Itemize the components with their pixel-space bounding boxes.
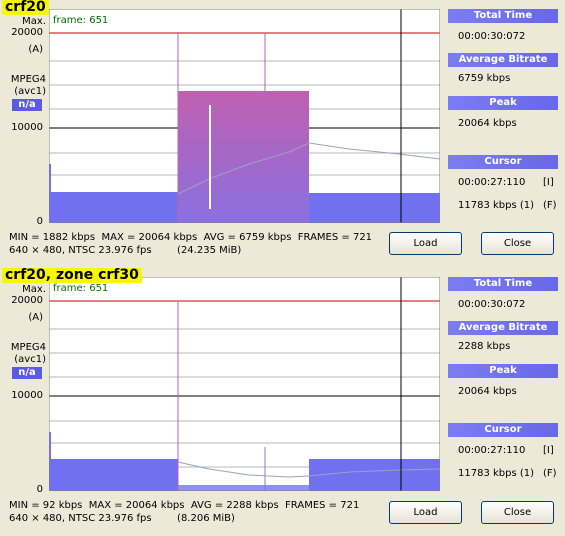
codec-badge: n/a — [12, 367, 42, 379]
avg-bitrate-header: Average Bitrate — [448, 321, 558, 335]
panel-tag: crf20 — [2, 0, 49, 15]
total-time-header: Total Time — [448, 9, 558, 23]
y-tick-10000: 10000 — [11, 390, 43, 401]
cursor-rate-flag: (F) — [543, 200, 557, 211]
bitrate-graph-svg — [49, 9, 440, 223]
panel-tag: crf20, zone crf30 — [2, 268, 142, 283]
bitrate-panel-1: crf20 Max. 20000 (A) MPEG4 (avc1) n/a 10… — [0, 0, 565, 268]
frame-label: frame: 651 — [53, 15, 109, 26]
cursor-time-value: 00:00:27:110 — [458, 445, 526, 456]
y-label-a: (A) — [28, 312, 43, 323]
cursor-rate-value: 11783 kbps (1) — [458, 200, 535, 211]
y-tick-20000: 20000 — [11, 295, 43, 306]
plot-background — [49, 277, 440, 491]
cursor-rate-value: 11783 kbps (1) — [458, 468, 535, 479]
bars-segment-1 — [49, 459, 178, 491]
close-button[interactable]: Close — [481, 232, 554, 255]
stats-line-1: MIN = 1882 kbps MAX = 20064 kbps AVG = 6… — [9, 232, 373, 243]
cursor-time-value: 00:00:27:110 — [458, 177, 526, 188]
codec-label: MPEG4 — [10, 342, 46, 353]
bars-segment-3 — [309, 459, 440, 491]
codec-label: MPEG4 — [10, 74, 46, 85]
y-tick-10000: 10000 — [11, 122, 43, 133]
y-tick-20000: 20000 — [11, 27, 43, 38]
total-time-value: 00:00:30:072 — [458, 299, 526, 310]
total-time-header: Total Time — [448, 277, 558, 291]
cursor-rate-flag: (F) — [543, 468, 557, 479]
cursor-header: Cursor — [448, 155, 558, 169]
y-tick-0: 0 — [36, 484, 43, 495]
avg-bitrate-value: 2288 kbps — [458, 341, 511, 352]
bitrate-graph[interactable]: frame: 651 — [49, 9, 440, 223]
y-label-a: (A) — [28, 44, 43, 55]
peak-header: Peak — [448, 96, 558, 110]
bitrate-graph[interactable]: frame: 651 — [49, 277, 440, 491]
avg-bitrate-value: 6759 kbps — [458, 73, 511, 84]
codec-fourcc: (avc1) — [14, 354, 46, 365]
load-button[interactable]: Load — [389, 232, 462, 255]
peak-value: 20064 kbps — [458, 386, 517, 397]
codec-fourcc: (avc1) — [14, 86, 46, 97]
stats-line-1: MIN = 92 kbps MAX = 20064 kbps AVG = 228… — [9, 500, 360, 511]
peak-header: Peak — [448, 364, 558, 378]
bitrate-graph-svg — [49, 277, 440, 491]
bars-segment-1 — [49, 192, 178, 223]
codec-badge: n/a — [12, 99, 42, 111]
peak-value: 20064 kbps — [458, 118, 517, 129]
bars-zone — [178, 91, 309, 223]
total-time-value: 00:00:30:072 — [458, 31, 526, 42]
bars-zone — [178, 485, 309, 491]
stats-line-2: 640 × 480, NTSC 23.976 fps (8.206 MiB) — [9, 513, 235, 524]
y-tick-0: 0 — [36, 216, 43, 227]
cursor-header: Cursor — [448, 423, 558, 437]
avg-bitrate-header: Average Bitrate — [448, 53, 558, 67]
cursor-time-flag: [I] — [543, 445, 554, 456]
bitrate-panel-2: crf20, zone crf30 Max. 20000 (A) MPEG4 (… — [0, 268, 565, 536]
bars-segment-3 — [309, 193, 440, 223]
frame-label: frame: 651 — [53, 283, 109, 294]
load-button[interactable]: Load — [389, 501, 462, 524]
cursor-time-flag: [I] — [543, 177, 554, 188]
stats-line-2: 640 × 480, NTSC 23.976 fps (24.235 MiB) — [9, 245, 242, 256]
close-button[interactable]: Close — [481, 501, 554, 524]
